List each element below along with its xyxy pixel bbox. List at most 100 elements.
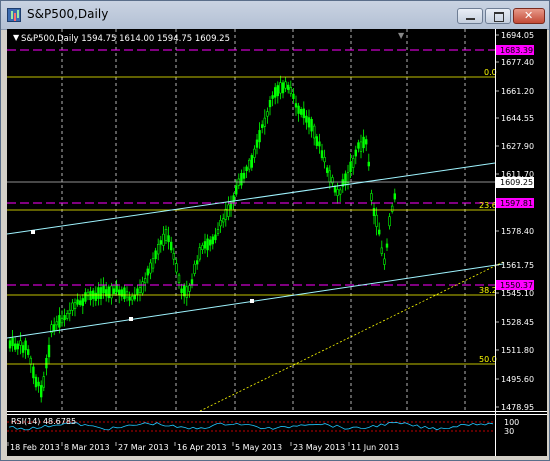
candle-body xyxy=(336,189,339,196)
candle-body xyxy=(286,84,290,90)
candle-body xyxy=(209,239,212,246)
candle-body xyxy=(34,376,38,388)
channel-anchor-1[interactable] xyxy=(31,230,35,234)
candle-body xyxy=(354,149,357,157)
candle-body xyxy=(372,208,376,217)
candle-body xyxy=(255,139,259,148)
title-bar[interactable]: S&P500,Daily xyxy=(1,1,549,30)
rsi-label: RSI(14) 48.6785 xyxy=(11,417,76,426)
rsi-line xyxy=(8,422,494,431)
candle-body xyxy=(245,166,248,171)
candle-body xyxy=(318,141,321,147)
candle-body xyxy=(175,263,178,273)
candle-body xyxy=(292,93,295,99)
minimize-button[interactable] xyxy=(457,8,483,24)
candle-body xyxy=(279,82,282,94)
candle-body xyxy=(19,340,22,346)
candle-body xyxy=(367,161,370,167)
candle-body xyxy=(216,229,220,234)
candle-body xyxy=(289,87,292,94)
candle-body xyxy=(362,136,365,149)
candle-body xyxy=(97,287,100,299)
chart-icon xyxy=(7,8,21,22)
candle-body xyxy=(167,235,170,243)
candle-body xyxy=(94,292,98,301)
date-axis[interactable]: 18 Feb 2013 8 Mar 2013 27 Mar 2013 16 Apr 2… xyxy=(7,442,399,452)
candle-body xyxy=(144,278,147,284)
candle-body xyxy=(198,247,201,260)
hline-mid-price: 1597.81 xyxy=(500,199,533,208)
vertical-grid xyxy=(61,29,466,411)
candle-body xyxy=(206,238,209,251)
candle-body xyxy=(52,324,56,332)
channel-anchor-3[interactable] xyxy=(250,299,254,303)
chart-area[interactable]: ▼ S&P500,Daily 1594.75 1614.00 1594.75 1… xyxy=(6,29,547,456)
price-axis-label: 1578.40 xyxy=(501,227,534,236)
candle-body xyxy=(333,186,337,193)
price-axis-label: 1677.40 xyxy=(501,58,534,67)
candle-body xyxy=(273,87,277,98)
current-price: 1609.25 xyxy=(500,178,533,187)
price-axis-label: 1545.10 xyxy=(501,289,534,298)
candle-body xyxy=(211,236,214,245)
date-axis-label: 16 Apr 2013 xyxy=(177,443,226,452)
candle-body xyxy=(68,309,72,314)
candle-body xyxy=(172,253,175,260)
price-axis-label: 1511.80 xyxy=(501,346,534,355)
candle-body xyxy=(299,109,303,115)
candle-body xyxy=(65,312,69,319)
candle-body xyxy=(351,158,355,168)
candle-body xyxy=(284,81,287,89)
channel-upper-line[interactable] xyxy=(6,162,496,235)
scroll-marker-icon[interactable]: ▼ xyxy=(398,31,405,40)
candle-body xyxy=(310,119,313,132)
candle-body xyxy=(170,241,173,251)
candle-body xyxy=(380,247,383,254)
candle-body xyxy=(385,243,389,248)
candle-body xyxy=(131,295,134,301)
candle-body xyxy=(344,173,347,186)
candle-body xyxy=(79,300,82,306)
candle-body xyxy=(359,141,363,152)
price-axis[interactable]: 1694.051677.401661.201644.551627.901611.… xyxy=(495,31,534,412)
candle-body xyxy=(364,139,368,145)
price-chart[interactable]: ▼ S&P500,Daily 1594.75 1614.00 1594.75 1… xyxy=(6,29,547,456)
price-axis-label: 1694.05 xyxy=(501,31,534,40)
candle-body xyxy=(375,214,378,227)
price-axis-label: 1495.60 xyxy=(501,375,534,384)
candle-body xyxy=(159,240,162,245)
candle-body xyxy=(240,173,243,186)
candle-body xyxy=(302,108,305,119)
price-axis-label: 1661.20 xyxy=(501,87,534,96)
candle-body xyxy=(177,274,181,283)
rsi-level-hi-label: 100 xyxy=(504,418,519,427)
price-axis-label: 1627.90 xyxy=(501,142,534,151)
candle-body xyxy=(224,208,227,220)
maximize-button[interactable] xyxy=(485,8,511,24)
fib-38-label: 38.2 xyxy=(479,286,497,295)
close-button[interactable] xyxy=(513,8,545,24)
candle-body xyxy=(328,170,331,183)
candle-body xyxy=(138,287,142,294)
candle-body xyxy=(227,204,230,217)
date-axis-label: 11 Jun 2013 xyxy=(351,443,399,452)
date-axis-label: 18 Feb 2013 xyxy=(10,443,60,452)
rsi-level-lo-label: 30 xyxy=(504,427,514,436)
candle-body xyxy=(349,161,352,173)
candle-body xyxy=(307,117,311,128)
rsi-subwindow[interactable]: RSI(14) 48.6785 100 30 xyxy=(7,414,547,437)
candle-body xyxy=(136,288,139,295)
fib-trend-line[interactable] xyxy=(199,261,504,412)
fib-0-label: 0.0 xyxy=(484,68,497,77)
candle-body xyxy=(99,287,103,299)
candle-body xyxy=(346,172,350,183)
channel-anchor-2[interactable] xyxy=(129,317,133,321)
candle-body xyxy=(164,229,168,241)
candle-body xyxy=(102,285,105,294)
candle-body xyxy=(201,245,204,250)
candle-body xyxy=(219,220,222,227)
candle-body xyxy=(188,285,191,292)
candle-body xyxy=(60,318,64,324)
candle-body xyxy=(320,150,324,159)
candle-body xyxy=(29,357,32,365)
